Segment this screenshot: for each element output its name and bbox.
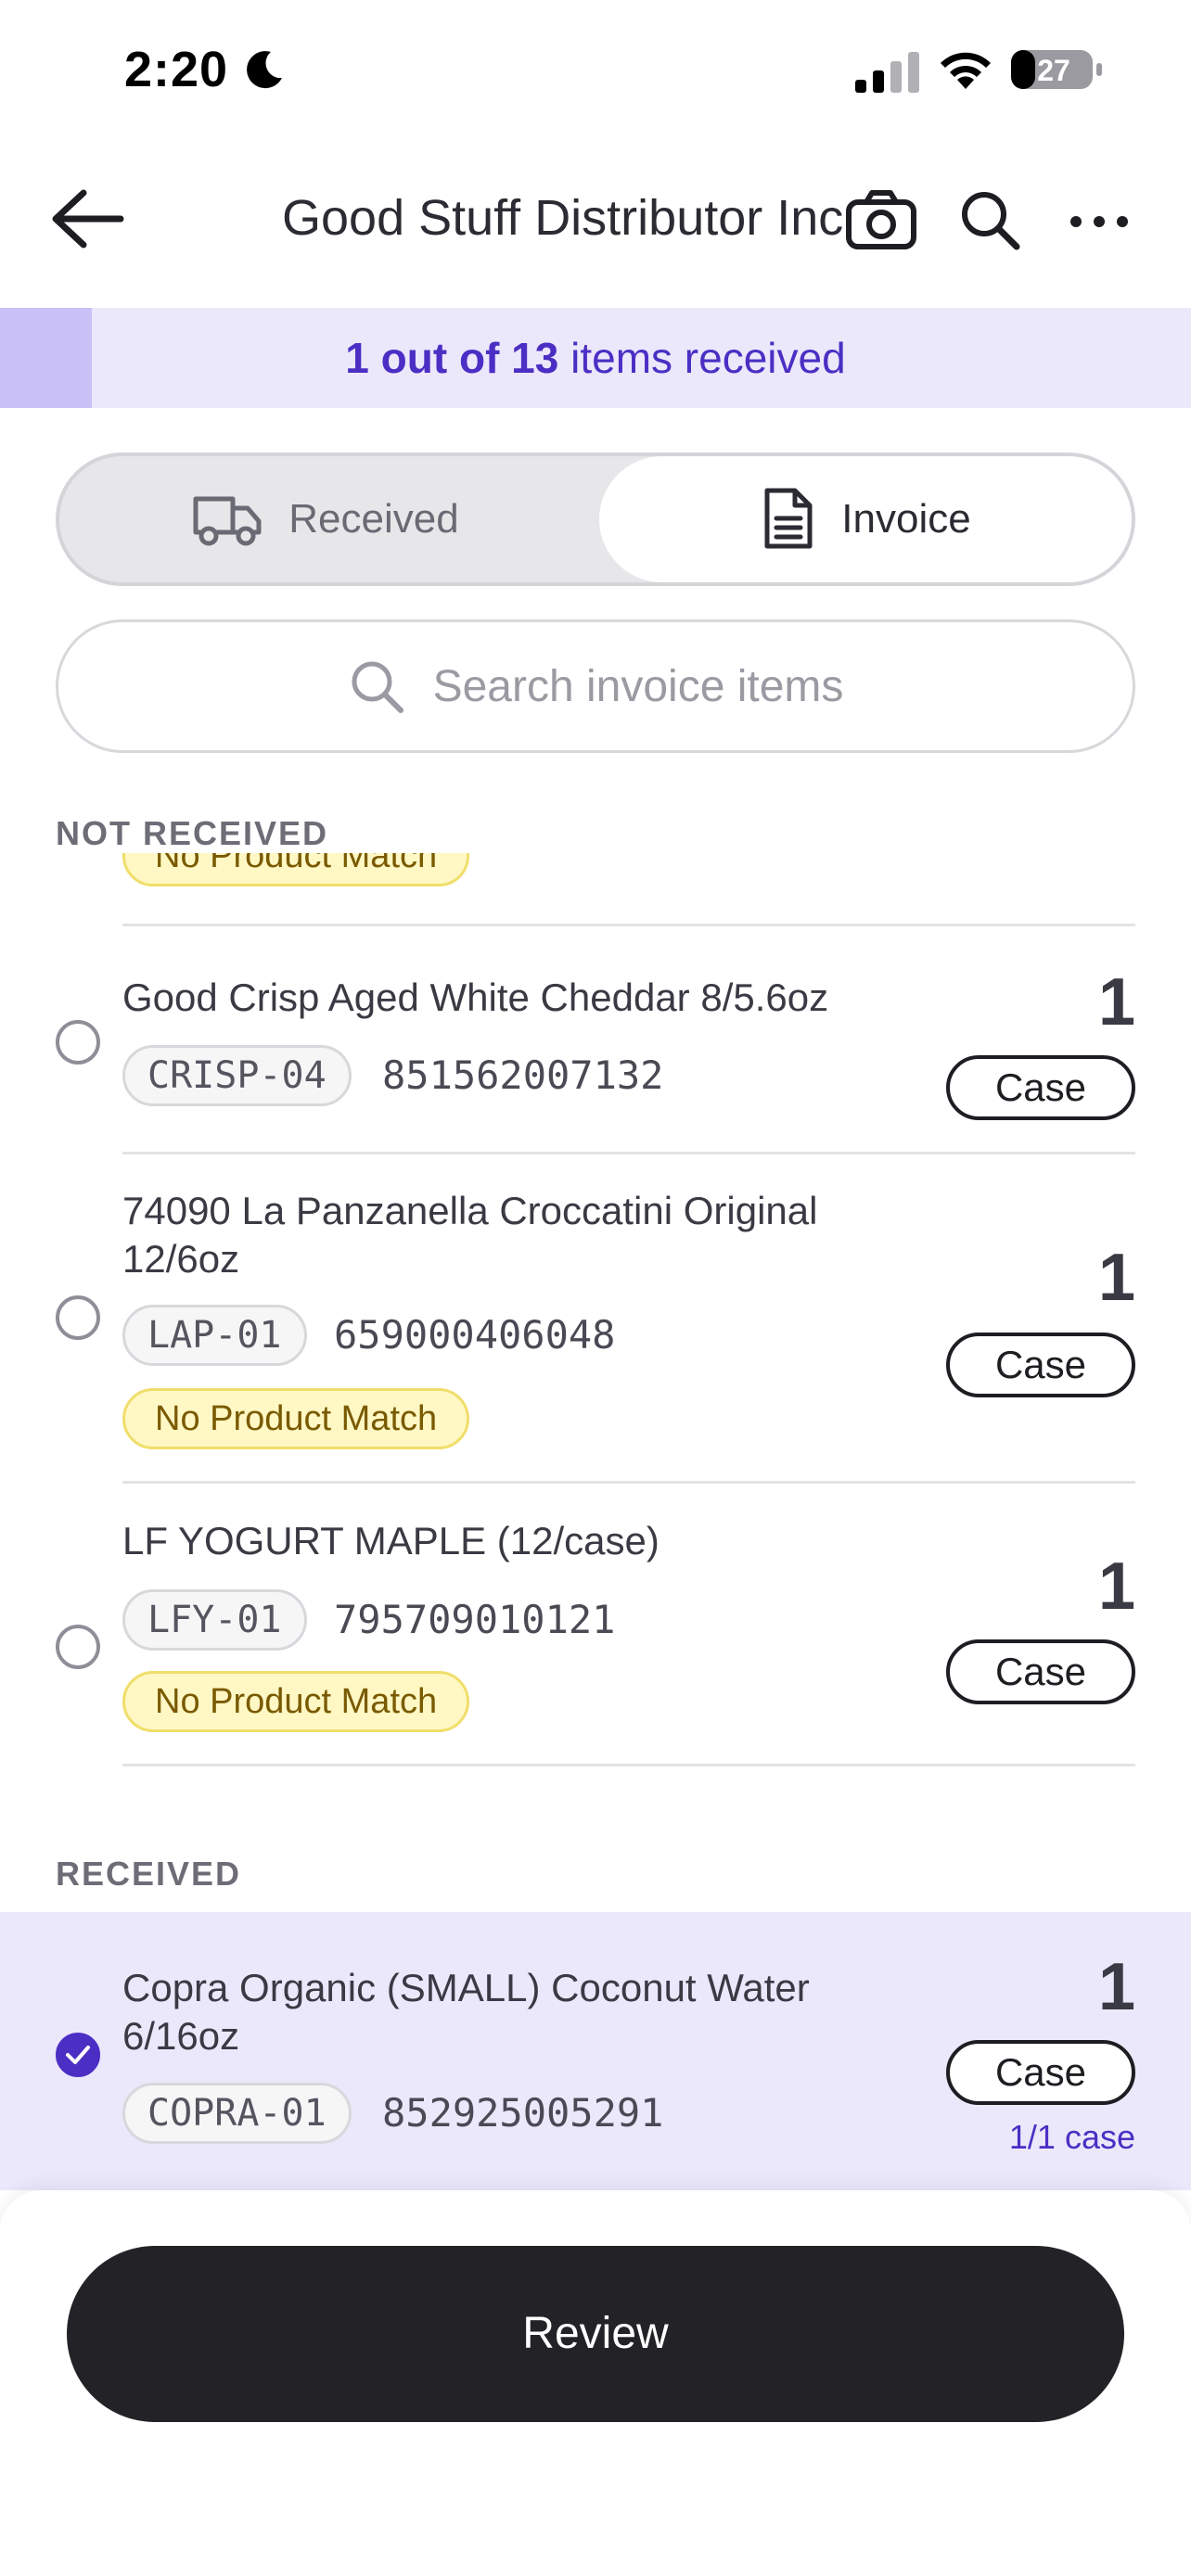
truck-icon bbox=[193, 496, 262, 546]
no-match-badge: No Product Match bbox=[122, 1388, 470, 1449]
item-name: Good Crisp Aged White Cheddar 8/5.6oz bbox=[122, 976, 829, 1019]
nav-bar: Good Stuff Distributor Inc. bbox=[0, 158, 1191, 278]
receive-radio[interactable] bbox=[56, 1295, 100, 1340]
divider bbox=[122, 924, 1135, 926]
upc-code: 852925005291 bbox=[382, 2090, 664, 2136]
tab-received[interactable]: Received bbox=[59, 456, 592, 582]
progress-text-end: items received bbox=[570, 334, 846, 382]
search-placeholder: Search invoice items bbox=[432, 661, 844, 711]
section-not-received: NOT RECEIVED bbox=[56, 814, 329, 852]
upc-code: 795709010121 bbox=[334, 1597, 616, 1642]
received-checkbox[interactable] bbox=[56, 2033, 100, 2077]
battery-level: 27 bbox=[1037, 54, 1070, 87]
search-input[interactable]: Search invoice items bbox=[56, 619, 1135, 753]
tab-received-label: Received bbox=[288, 496, 459, 542]
progress-banner: 1 out of 13 items received bbox=[0, 308, 1191, 408]
view-toggle: Received Invoice bbox=[56, 453, 1135, 586]
quantity: 1 bbox=[1097, 1950, 1135, 2024]
unit-button[interactable]: Case bbox=[946, 2040, 1135, 2105]
receive-radio[interactable] bbox=[56, 1625, 100, 1669]
battery-icon: 27 bbox=[1011, 50, 1102, 89]
camera-icon[interactable] bbox=[844, 187, 918, 252]
progress-text-mid: out of bbox=[380, 334, 500, 382]
status-time: 2:20 bbox=[124, 42, 229, 97]
tab-invoice-label: Invoice bbox=[841, 496, 971, 542]
sku-chip: LFY-01 bbox=[122, 1589, 307, 1651]
upc-code: 851562007132 bbox=[382, 1052, 664, 1098]
quantity: 1 bbox=[1097, 1241, 1135, 1315]
no-match-badge: No Product Match bbox=[122, 853, 470, 886]
document-icon bbox=[764, 488, 813, 549]
quantity: 1 bbox=[1097, 965, 1135, 1039]
unit-button[interactable]: Case bbox=[946, 1055, 1135, 1120]
sku-chip: LAP-01 bbox=[122, 1305, 307, 1366]
divider bbox=[122, 1764, 1135, 1766]
list-item[interactable]: Good Crisp Aged White Cheddar 8/5.6oz CR… bbox=[0, 927, 1191, 1150]
wifi-icon bbox=[941, 52, 991, 89]
item-name: Copra Organic (SMALL) Coconut Water 6/16… bbox=[122, 1966, 810, 2058]
section-received: RECEIVED bbox=[56, 1855, 242, 1893]
quantity: 1 bbox=[1097, 1549, 1135, 1624]
upc-code: 659000406048 bbox=[334, 1312, 616, 1358]
list-item[interactable]: 74090 La Panzanella Croccatini Original … bbox=[0, 1154, 1191, 1481]
bottom-action-sheet: Review bbox=[0, 2190, 1191, 2576]
review-button[interactable]: Review bbox=[67, 2246, 1124, 2422]
total-count: 13 bbox=[511, 334, 559, 382]
sku-chip: COPRA-01 bbox=[122, 2083, 352, 2144]
unit-button[interactable]: Case bbox=[946, 1639, 1135, 1704]
status-bar: 2:20 27 bbox=[0, 0, 1191, 139]
receive-radio[interactable] bbox=[56, 1020, 100, 1065]
cellular-signal-icon bbox=[855, 52, 919, 93]
checkmark-icon bbox=[66, 2046, 90, 2064]
no-match-badge: No Product Match bbox=[122, 1671, 470, 1732]
tab-invoice[interactable]: Invoice bbox=[599, 456, 1132, 582]
received-count-label: 1/1 case bbox=[1008, 2118, 1135, 2156]
received-count: 1 bbox=[345, 334, 369, 382]
list-item-received[interactable]: Copra Organic (SMALL) Coconut Water 6/16… bbox=[0, 1912, 1191, 2190]
item-name: 74090 La Panzanella Croccatini Original … bbox=[122, 1189, 818, 1281]
more-options-icon[interactable] bbox=[1067, 198, 1132, 245]
search-icon[interactable] bbox=[957, 187, 1022, 252]
progress-text: 1 out of 13 items received bbox=[0, 308, 1191, 408]
item-name: LF YOGURT MAPLE (12/case) bbox=[122, 1519, 660, 1562]
page-title: Good Stuff Distributor Inc. bbox=[282, 190, 857, 246]
unit-button[interactable]: Case bbox=[946, 1333, 1135, 1397]
list-item[interactable]: LF YOGURT MAPLE (12/case) LFY-01 7957090… bbox=[0, 1484, 1191, 1762]
search-icon bbox=[352, 661, 403, 713]
list-item-partial[interactable]: No Product Match bbox=[0, 853, 1191, 890]
moon-icon bbox=[247, 51, 282, 89]
sku-chip: CRISP-04 bbox=[122, 1045, 352, 1106]
back-arrow-icon[interactable] bbox=[46, 185, 130, 252]
